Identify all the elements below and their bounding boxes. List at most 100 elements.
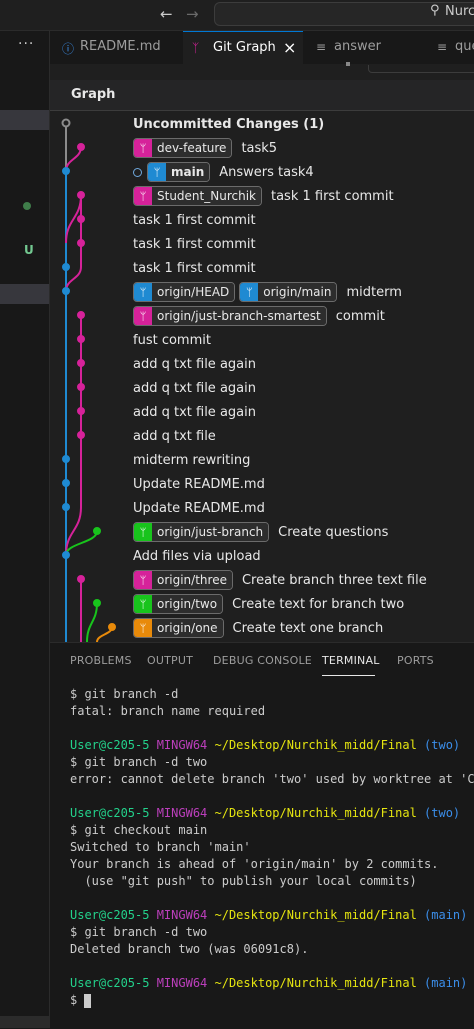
active-tab-indicator: [322, 675, 375, 676]
commit-dot[interactable]: [61, 118, 71, 128]
commit-row[interactable]: add q txt file again: [133, 376, 256, 400]
commit-message: task 1 first commit: [133, 236, 256, 252]
commit-dot[interactable]: [77, 311, 85, 319]
tab-readme[interactable]: ⓘ README.md: [50, 31, 182, 64]
commit-dot[interactable]: [62, 503, 70, 511]
commit-dot[interactable]: [108, 623, 116, 631]
commit-row[interactable]: ᛘ origin/three Create branch three text fi…: [133, 568, 427, 592]
commit-row[interactable]: ᛘ origin/two Create text for branch two: [133, 592, 404, 616]
tab-ports[interactable]: PORTS: [397, 654, 434, 667]
branch-name: origin/just-branch: [152, 523, 269, 541]
sidebar-selected-row[interactable]: [0, 110, 49, 130]
commit-row[interactable]: add q txt file again: [133, 400, 256, 424]
commit-dot[interactable]: [77, 575, 85, 583]
arrow-left-icon[interactable]: ←: [160, 5, 173, 23]
commit-message: commit: [335, 308, 385, 324]
commit-row[interactable]: Uncommitted Changes (1): [133, 112, 324, 136]
commit-dot[interactable]: [77, 335, 85, 343]
branch-label[interactable]: ᛘ dev-feature: [133, 138, 233, 158]
arrow-right-icon[interactable]: →: [186, 5, 199, 23]
commit-dot[interactable]: [77, 215, 85, 223]
head-indicator-icon: [133, 167, 142, 177]
branch-label[interactable]: ᛘ origin/just-branch: [133, 522, 270, 542]
commit-dot[interactable]: [93, 599, 101, 607]
branch-label[interactable]: ᛘ origin/two: [133, 594, 224, 614]
branch-label[interactable]: ᛘ origin/three: [133, 570, 233, 590]
branch-name: Student_Nurchik: [152, 187, 261, 205]
editor-tabs: ⓘ README.md ᛉ Git Graph × ≡ answer ≡ que: [50, 31, 474, 65]
commit-row[interactable]: task 1 first commit: [133, 208, 256, 232]
commit-row[interactable]: ᛘ origin/just-branch Create questions: [133, 520, 388, 544]
terminal-text: (two): [416, 806, 461, 820]
commit-dot[interactable]: [77, 191, 85, 199]
branch-label[interactable]: ᛘ origin/one: [133, 618, 224, 638]
branch-filter-dropdown[interactable]: [368, 65, 474, 73]
commit-row[interactable]: ᛘ Student_Nurchik task 1 first commit: [133, 184, 394, 208]
close-icon[interactable]: ×: [283, 38, 296, 57]
commit-dot[interactable]: [77, 359, 85, 367]
commit-dot[interactable]: [62, 479, 70, 487]
commit-message: midterm: [346, 284, 402, 300]
commit-dot[interactable]: [77, 383, 85, 391]
branch-icon: ᛘ: [134, 187, 152, 205]
terminal-text: $ git branch -d two: [70, 755, 208, 769]
branch-label[interactable]: ᛘ origin/HEAD: [133, 282, 236, 302]
tab-questions[interactable]: ≡ que: [423, 31, 474, 64]
commit-dot[interactable]: [77, 407, 85, 415]
tab-answer[interactable]: ≡ answer: [304, 31, 422, 64]
branch-label[interactable]: ᛘ origin/just-branch-smartest: [133, 306, 327, 326]
branch-label[interactable]: ᛘ Student_Nurchik: [133, 186, 262, 206]
sidebar-scroll: [0, 1016, 49, 1028]
commit-row[interactable]: midterm rewriting: [133, 448, 250, 472]
commit-dot[interactable]: [93, 527, 101, 535]
tab-label: answer: [334, 39, 381, 54]
commit-row[interactable]: task 1 first commit: [133, 232, 256, 256]
commit-message: task 1 first commit: [133, 212, 256, 228]
commit-row[interactable]: add q txt file again: [133, 352, 256, 376]
branch-line: [65, 146, 82, 172]
tab-git-graph[interactable]: ᛉ Git Graph ×: [183, 31, 303, 64]
terminal-text: (two): [416, 738, 461, 752]
commit-row[interactable]: add q txt file: [133, 424, 216, 448]
tab-problems[interactable]: PROBLEMS: [70, 654, 132, 667]
commit-dot[interactable]: [62, 167, 70, 175]
commit-dot[interactable]: [62, 551, 70, 559]
commit-row[interactable]: ᛘ origin/HEAD ᛘ origin/main midterm: [133, 280, 402, 304]
sidebar-selected-row[interactable]: [0, 284, 49, 304]
commit-dot[interactable]: [62, 287, 70, 295]
graph-header-label: Graph: [71, 87, 116, 102]
terminal-text: fatal: branch name required: [70, 704, 266, 718]
tab-debug-console[interactable]: DEBUG CONSOLE: [213, 654, 312, 667]
toolbar-fragment: [346, 62, 350, 66]
commit-row[interactable]: Add files via upload: [133, 544, 261, 568]
commit-message: task 1 first commit: [133, 260, 256, 276]
terminal-line: $ git branch -d two: [70, 925, 207, 939]
branch-label[interactable]: ᛘ main: [147, 162, 211, 182]
commit-row[interactable]: ᛘ main Answers task4: [133, 160, 314, 184]
commit-row[interactable]: task 1 first commit: [133, 256, 256, 280]
commit-row[interactable]: Update README.md: [133, 496, 265, 520]
tab-terminal[interactable]: TERMINAL: [322, 654, 380, 667]
branch-label[interactable]: ᛘ origin/main: [239, 282, 338, 302]
tab-output[interactable]: OUTPUT: [147, 654, 193, 667]
commit-row[interactable]: Update README.md: [133, 472, 265, 496]
terminal-text: (use "git push" to publish your local co…: [70, 874, 417, 888]
commit-dot[interactable]: [77, 431, 85, 439]
git-graph-icon: ᛉ: [192, 41, 200, 55]
graph-column-header: Graph: [50, 80, 474, 111]
commit-message: add q txt file again: [133, 356, 256, 372]
commit-dot[interactable]: [77, 239, 85, 247]
branch-icon: ᛘ: [134, 307, 152, 325]
commit-dot[interactable]: [77, 143, 85, 151]
branch-icon: ᛘ: [134, 139, 152, 157]
commit-message: Add files via upload: [133, 548, 261, 564]
commit-row[interactable]: fust commit: [133, 328, 211, 352]
commit-row[interactable]: ᛘ origin/one Create text one branch: [133, 616, 383, 640]
terminal-text: (main): [416, 908, 468, 922]
commit-dot[interactable]: [62, 263, 70, 271]
commit-dot[interactable]: [62, 455, 70, 463]
commit-row[interactable]: ᛘ origin/just-branch-smartest commit: [133, 304, 385, 328]
commit-row[interactable]: ᛘ dev-feature task5: [133, 136, 277, 160]
commit-message: add q txt file again: [133, 380, 256, 396]
ellipsis-icon[interactable]: ···: [18, 36, 34, 52]
